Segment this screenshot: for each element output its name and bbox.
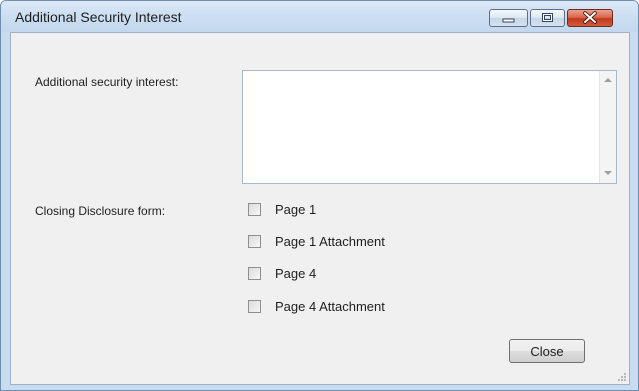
- window-title: Additional Security Interest: [15, 9, 182, 25]
- dialog-content: Additional security interest: Closing Di…: [10, 32, 630, 385]
- checkbox-label[interactable]: Page 4: [275, 266, 316, 281]
- minimize-icon: [502, 18, 515, 23]
- scroll-up-arrow-icon[interactable]: [604, 78, 612, 82]
- additional-security-textarea[interactable]: [242, 70, 617, 184]
- close-button[interactable]: Close: [509, 339, 585, 363]
- checkbox-box[interactable]: [248, 203, 261, 216]
- maximize-icon: [542, 13, 553, 22]
- checkbox-box[interactable]: [248, 267, 261, 280]
- closing-disclosure-label: Closing Disclosure form:: [35, 204, 166, 218]
- close-icon: [583, 11, 597, 24]
- window-close-button[interactable]: [567, 9, 613, 27]
- scroll-down-arrow-icon[interactable]: [604, 171, 612, 175]
- checkbox-label[interactable]: Page 1: [275, 202, 316, 217]
- additional-security-label: Additional security interest:: [35, 75, 179, 89]
- checkbox-label[interactable]: Page 4 Attachment: [275, 299, 385, 314]
- dialog-window: Additional Security Interest Additional …: [0, 0, 639, 391]
- checkbox-box[interactable]: [248, 300, 261, 313]
- maximize-button[interactable]: [530, 9, 565, 27]
- textarea-scrollbar[interactable]: [599, 71, 616, 183]
- checkbox-box[interactable]: [248, 235, 261, 248]
- checkbox-label[interactable]: Page 1 Attachment: [275, 234, 385, 249]
- title-bar[interactable]: Additional Security Interest: [1, 1, 638, 32]
- minimize-button[interactable]: [489, 9, 528, 27]
- resize-grip-icon[interactable]: [617, 372, 627, 382]
